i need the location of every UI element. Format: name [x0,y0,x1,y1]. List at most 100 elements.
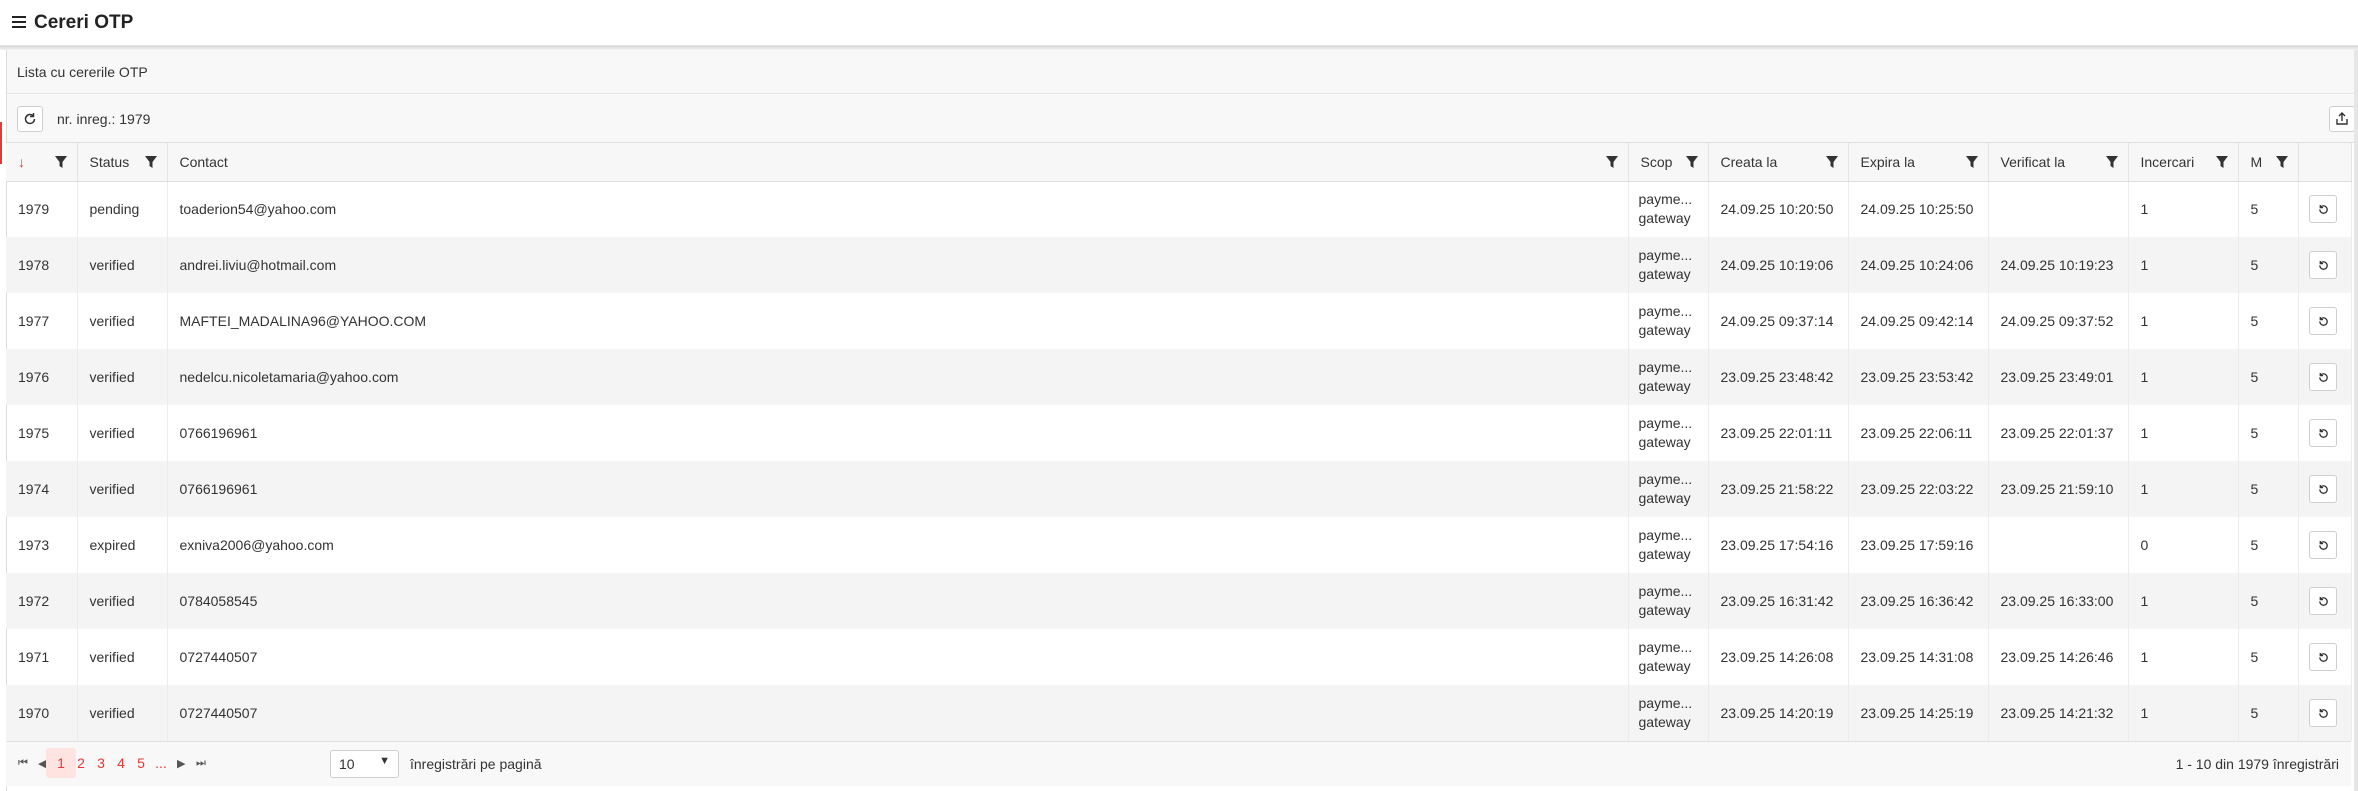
filter-icon[interactable] [54,156,67,168]
cell-expires: 24.09.25 10:25:50 [1848,181,1989,237]
scope-line-2: gateway [1638,266,1691,282]
reset-button[interactable] [2308,251,2337,279]
last-page-icon[interactable]: ⏭ [196,757,206,770]
table-row[interactable]: 1970 verified 0727440507 payme... gateway 23.… [6,685,2352,741]
reset-button[interactable] [2308,419,2337,447]
col-header-label: Contact [179,153,228,170]
filter-icon[interactable] [2275,156,2288,168]
cell-contact: exniva2006@yahoo.com [167,517,1629,573]
cell-id: 1971 [6,629,78,685]
cell-id: 1978 [6,237,78,293]
refresh-button[interactable] [17,106,43,132]
col-header-id[interactable]: ↓ [6,143,78,182]
reset-button[interactable] [2308,699,2337,727]
cell-verified: 23.09.25 22:01:37 [1988,405,2129,461]
first-page-icon[interactable]: ⏮ [18,757,28,770]
cell-actions [2298,349,2352,405]
reset-icon [2318,596,2328,606]
reset-icon [2318,428,2328,438]
cell-scope: payme... gateway [1628,517,1709,573]
col-header-created[interactable]: Creata la [1708,143,1849,182]
cell-id: 1973 [6,517,78,573]
reset-button[interactable] [2308,587,2337,615]
cell-max: 5 [2238,517,2299,573]
table-row[interactable]: 1973 expired exniva2006@yahoo.com payme... g… [6,517,2352,573]
table-row[interactable]: 1972 verified 0784058545 payme... gateway 23.… [6,573,2352,629]
scope-line-1: payme... [1638,415,1693,431]
cell-attempts: 0 [2128,517,2239,573]
filter-icon[interactable] [1605,156,1618,168]
reset-button[interactable] [2308,531,2337,559]
page-ellipsis[interactable]: ... [146,748,176,778]
cell-contact: andrei.liviu@hotmail.com [167,237,1629,293]
filter-icon[interactable] [1965,156,1978,168]
cell-contact: 0766196961 [167,461,1629,517]
cell-scope: payme... gateway [1628,181,1709,237]
col-header-scope[interactable]: Scop [1628,143,1709,182]
col-header-verified[interactable]: Verificat la [1988,143,2129,182]
cell-attempts: 1 [2128,573,2239,629]
cell-contact: toaderion54@yahoo.com [167,181,1629,237]
col-header-attempts[interactable]: Incercari [2128,143,2239,182]
filter-icon[interactable] [2105,156,2118,168]
col-header-label: Incercari [2140,153,2195,170]
reset-icon [2318,540,2328,550]
filter-icon[interactable] [1825,156,1838,168]
table-row[interactable]: 1977 verified MAFTEI_MADALINA96@YAHOO.COM p… [6,293,2352,349]
table-row[interactable]: 1971 verified 0727440507 payme... gateway 23.… [6,629,2352,685]
cell-contact: MAFTEI_MADALINA96@YAHOO.COM [167,293,1629,349]
cell-created: 23.09.25 21:58:22 [1708,461,1849,517]
rows-per-page-select[interactable]: 10 ▼ [330,750,399,778]
table-row[interactable]: 1975 verified 0766196961 payme... gateway 23.… [6,405,2352,461]
cell-max: 5 [2238,181,2299,237]
cell-attempts: 1 [2128,237,2239,293]
reset-button[interactable] [2308,363,2337,391]
cell-verified: 24.09.25 10:19:23 [1988,237,2129,293]
reset-button[interactable] [2308,643,2337,671]
col-header-expires[interactable]: Expira la [1848,143,1989,182]
reset-button[interactable] [2308,475,2337,503]
scope-line-1: payme... [1638,303,1693,319]
filter-icon[interactable] [1685,156,1698,168]
cell-id: 1977 [6,293,78,349]
cell-scope: payme... gateway [1628,629,1709,685]
cell-max: 5 [2238,461,2299,517]
cell-verified: 23.09.25 14:26:46 [1988,629,2129,685]
col-header-status[interactable]: Status [77,143,168,182]
table-row[interactable]: 1976 verified nedelcu.nicoletamaria@yahoo.… [6,349,2352,405]
cell-expires: 23.09.25 22:03:22 [1848,461,1989,517]
export-button[interactable] [2329,106,2355,132]
filter-icon[interactable] [144,156,157,168]
next-page-icon[interactable]: ▶ [177,757,185,770]
cell-created: 24.09.25 09:37:14 [1708,293,1849,349]
col-header-max[interactable]: M [2238,143,2299,182]
cell-id: 1979 [6,181,78,237]
cell-contact: 0727440507 [167,685,1629,741]
table-row[interactable]: 1974 verified 0766196961 payme... gateway 23.… [6,461,2352,517]
sort-desc-icon[interactable]: ↓ [18,154,25,170]
hamburger-menu-icon[interactable] [12,16,26,28]
scope-line-1: payme... [1638,471,1693,487]
cell-verified [1988,181,2129,237]
reset-button[interactable] [2308,307,2337,335]
scope-line-1: payme... [1638,359,1693,375]
col-header-label: Verificat la [2000,153,2066,170]
reset-button[interactable] [2308,195,2337,224]
table-row[interactable]: 1979 pending toaderion54@yahoo.com payme...… [6,181,2352,237]
vertical-scrollbar[interactable] [2354,50,2358,791]
top-bar: Cereri OTP [0,0,2358,46]
cell-verified: 23.09.25 16:33:00 [1988,573,2129,629]
cell-scope: payme... gateway [1628,685,1709,741]
cell-id: 1976 [6,349,78,405]
scope-line-2: gateway [1638,434,1691,450]
table-header-row: ↓ Status Contact Scop Creata la Expira l… [6,143,2352,182]
cell-status: verified [77,349,168,405]
table-row[interactable]: 1978 verified andrei.liviu@hotmail.com paym… [6,237,2352,293]
cell-expires: 24.09.25 09:42:14 [1848,293,1989,349]
filter-icon[interactable] [2215,156,2228,168]
scope-line-2: gateway [1638,714,1691,730]
cell-attempts: 1 [2128,685,2239,741]
cell-created: 24.09.25 10:20:50 [1708,181,1849,237]
col-header-contact[interactable]: Contact [167,143,1629,182]
cell-expires: 24.09.25 10:24:06 [1848,237,1989,293]
